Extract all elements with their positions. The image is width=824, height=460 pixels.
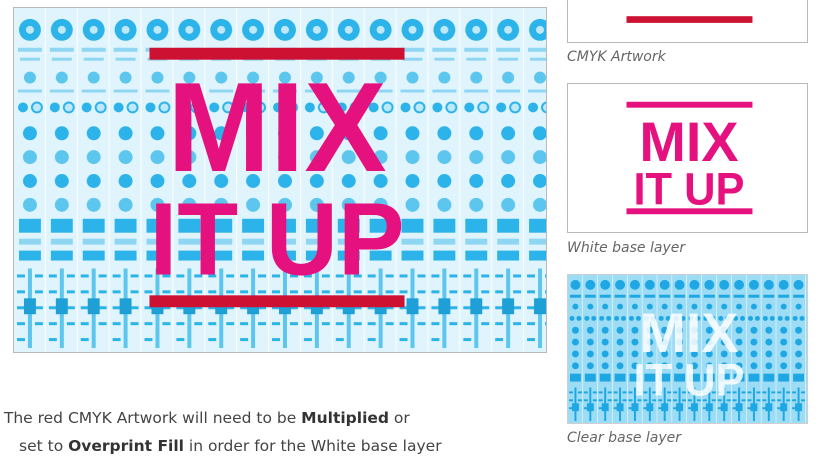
main-headline-line1: MIX xyxy=(167,56,386,198)
thumb-headline-line2: IT UP xyxy=(633,163,744,214)
caption-cmyk-artwork: CMYK Artwork xyxy=(567,49,666,65)
thumbnail-clear-base-layer: MIX IT UP xyxy=(567,274,808,424)
main-headline-line2: IT UP xyxy=(149,181,404,297)
thumb-top-bar xyxy=(626,101,753,108)
overprint-fill-term: Overprint Fill xyxy=(68,437,184,455)
thumb-red-bar xyxy=(626,16,753,23)
bottom-red-bar xyxy=(149,295,405,308)
thumbnail-white-base-layer: MIX IT UP xyxy=(567,83,808,233)
multiplied-term: Multiplied xyxy=(301,409,389,427)
caption-clear-base-layer: Clear base layer xyxy=(567,430,682,446)
instruction-line-1: . The red CMYK Artwork will need to be M… xyxy=(0,409,410,427)
thumb-clear-headline-line2: IT UP xyxy=(633,354,744,405)
instruction-line-2: set to Overprint Fill in order for the W… xyxy=(19,437,442,455)
mixer-artwork: MIX IT UP xyxy=(14,8,546,352)
main-artwork-preview: MIX IT UP xyxy=(13,7,547,353)
instruction-paragraph: . The red CMYK Artwork will need to be M… xyxy=(0,404,554,460)
caption-white-base-layer: White base layer xyxy=(567,240,686,256)
thumbnail-cmyk-artwork xyxy=(567,0,808,43)
